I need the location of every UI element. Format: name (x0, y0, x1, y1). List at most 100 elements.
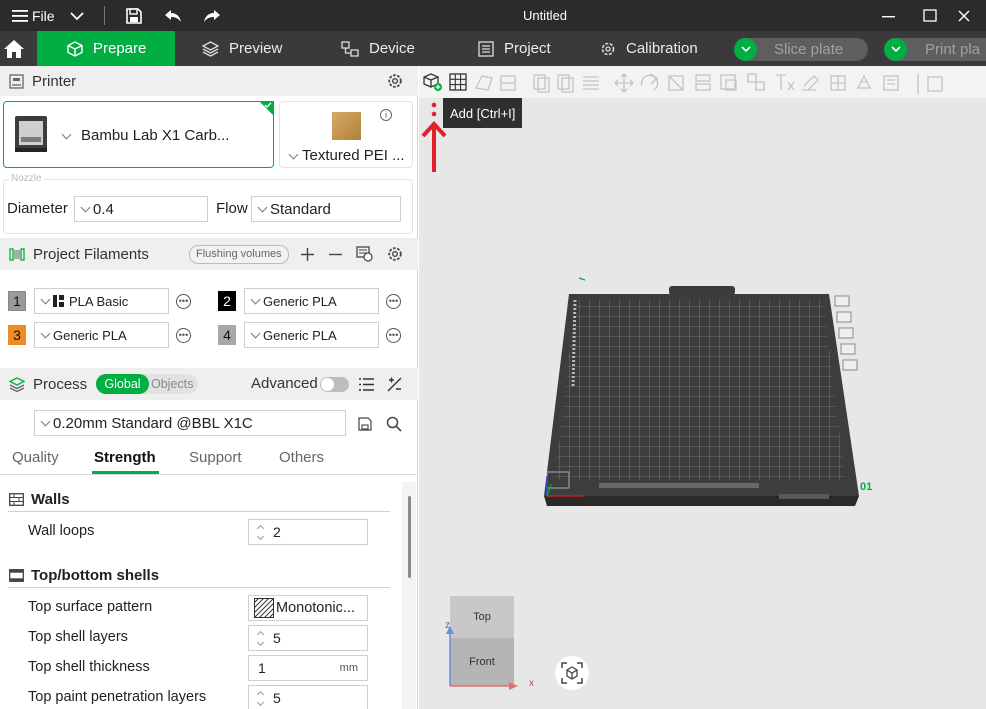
home-button[interactable] (0, 31, 37, 66)
top-shell-thickness-input[interactable]: 1 mm (248, 655, 368, 681)
fit-view-button[interactable] (555, 656, 589, 690)
tab-calibration[interactable]: Calibration (600, 31, 698, 66)
add-filament-icon[interactable] (301, 248, 314, 261)
printer-settings-icon[interactable] (387, 73, 403, 89)
advanced-toggle[interactable] (320, 377, 349, 392)
minimize-button[interactable] (882, 0, 896, 31)
print-dropdown-icon[interactable] (884, 38, 907, 61)
print-plate-button[interactable]: Print pla (884, 38, 986, 61)
filament-index-badge: 1 (8, 291, 26, 311)
flow-label: Flow (216, 200, 248, 217)
wall-loops-spinner[interactable] (249, 520, 271, 544)
minimize-icon (882, 15, 895, 17)
layers-icon (202, 40, 219, 57)
filament-select-3[interactable]: Generic PLA (34, 322, 169, 348)
plate-thumbnail (332, 112, 361, 140)
save-preset-icon[interactable] (358, 417, 372, 431)
diameter-select[interactable]: 0.4 (74, 196, 208, 222)
file-menu[interactable]: File (12, 0, 55, 31)
redo-icon (204, 9, 220, 22)
add-object-icon[interactable] (423, 72, 443, 92)
remove-filament-icon[interactable] (329, 248, 342, 261)
subtab-divider (0, 474, 418, 475)
filament-more-icon[interactable]: ••• (386, 328, 401, 343)
axis-x-label: x (529, 678, 534, 689)
3d-viewport[interactable]: Add [Ctrl+I] 01 Top Front z x (419, 66, 986, 709)
subtab-support[interactable]: Support (189, 449, 242, 466)
filament-select-1[interactable]: PLA Basic (34, 288, 169, 314)
hamburger-icon (12, 9, 28, 22)
tab-preview-label: Preview (229, 40, 283, 57)
filament-more-icon[interactable]: ••• (176, 328, 191, 343)
tab-project[interactable]: Project (478, 31, 551, 66)
add-tooltip-text: Add [Ctrl+I] (450, 105, 516, 121)
wall-loops-input[interactable]: 2 (248, 519, 368, 545)
filament-chevron-icon (40, 328, 51, 338)
wall-loops-value: 2 (273, 524, 281, 540)
shells-divider (8, 587, 390, 588)
top-shell-layers-spinner[interactable] (249, 626, 271, 650)
top-shell-layers-label: Top shell layers (28, 629, 128, 645)
tab-device[interactable]: Device (341, 31, 415, 66)
filament-name: Generic PLA (53, 327, 127, 343)
axis-z-label: z (445, 620, 450, 631)
subtab-strength[interactable]: Strength (94, 449, 156, 466)
build-plate[interactable] (539, 276, 869, 516)
axis-indicator (446, 626, 518, 690)
calibration-icon (601, 42, 615, 55)
filament-index-badge: 3 (8, 325, 26, 345)
filament-more-icon[interactable]: ••• (386, 294, 401, 309)
slice-plate-button[interactable]: Slice plate (734, 38, 868, 61)
search-icon[interactable] (386, 416, 402, 432)
global-tab[interactable]: Global (96, 374, 149, 394)
undo-button[interactable] (164, 0, 182, 31)
filament-more-icon[interactable]: ••• (176, 294, 191, 309)
list-view-icon[interactable] (359, 378, 374, 391)
plate-number-label: 01 (860, 481, 873, 493)
close-window-button[interactable] (958, 0, 970, 31)
file-menu-label: File (32, 7, 55, 24)
subtab-others[interactable]: Others (279, 449, 324, 466)
printer-select-card[interactable]: Bambu Lab X1 Carb... (3, 101, 274, 168)
flow-chevron-icon (257, 202, 268, 212)
top-surface-pattern-select[interactable]: Monotonic... (248, 595, 368, 621)
save-button[interactable] (125, 0, 143, 31)
add-plate-grid-icon[interactable] (449, 73, 467, 91)
maximize-icon (923, 8, 937, 22)
slice-dropdown-icon[interactable] (734, 38, 757, 61)
compare-icon[interactable] (387, 377, 402, 392)
filament-sync-icon[interactable] (356, 246, 373, 262)
tab-prepare[interactable]: Prepare (37, 31, 175, 66)
subtab-quality[interactable]: Quality (12, 449, 59, 466)
top-paint-spinner[interactable] (249, 686, 271, 709)
wall-loops-label: Wall loops (28, 523, 95, 539)
main-tab-bar: Prepare Preview Device Project Calibrati… (0, 31, 986, 66)
title-bar: File Untitled (0, 0, 986, 31)
flushing-volumes-button[interactable]: Flushing volumes (189, 245, 289, 264)
global-objects-toggle[interactable]: Global Objects (96, 374, 198, 394)
device-icon (341, 40, 359, 57)
bambu-logo-icon (53, 295, 64, 307)
print-plate-label: Print pla (925, 41, 981, 58)
filament-select-4[interactable]: Generic PLA (244, 322, 379, 348)
settings-scrollbar-thumb[interactable] (408, 496, 411, 578)
tab-preview[interactable]: Preview (202, 31, 282, 66)
diameter-value: 0.4 (93, 200, 114, 218)
redo-button[interactable] (203, 0, 221, 31)
plate-type-card[interactable]: i Textured PEI ... (279, 101, 413, 168)
nozzle-group-label: Nozzle (9, 173, 44, 184)
top-shell-layers-input[interactable]: 5 (248, 625, 368, 651)
objects-tab[interactable]: Objects (151, 374, 193, 394)
flow-select[interactable]: Standard (251, 196, 401, 222)
close-icon (958, 10, 970, 21)
process-preset-select[interactable]: 0.20mm Standard @BBL X1C (34, 410, 346, 436)
plate-info-icon[interactable]: i (380, 109, 392, 121)
menu-dropdown-button[interactable] (70, 0, 84, 31)
top-paint-value: 5 (273, 690, 281, 706)
left-sidebar: Printer Bambu Lab X1 Carb... i Textured … (0, 66, 418, 709)
filament-select-2[interactable]: Generic PLA (244, 288, 379, 314)
top-paint-penetration-input[interactable]: 5 (248, 685, 368, 709)
filament-name: Generic PLA (263, 293, 337, 309)
filament-settings-icon[interactable] (387, 246, 403, 262)
maximize-button[interactable] (923, 0, 937, 31)
